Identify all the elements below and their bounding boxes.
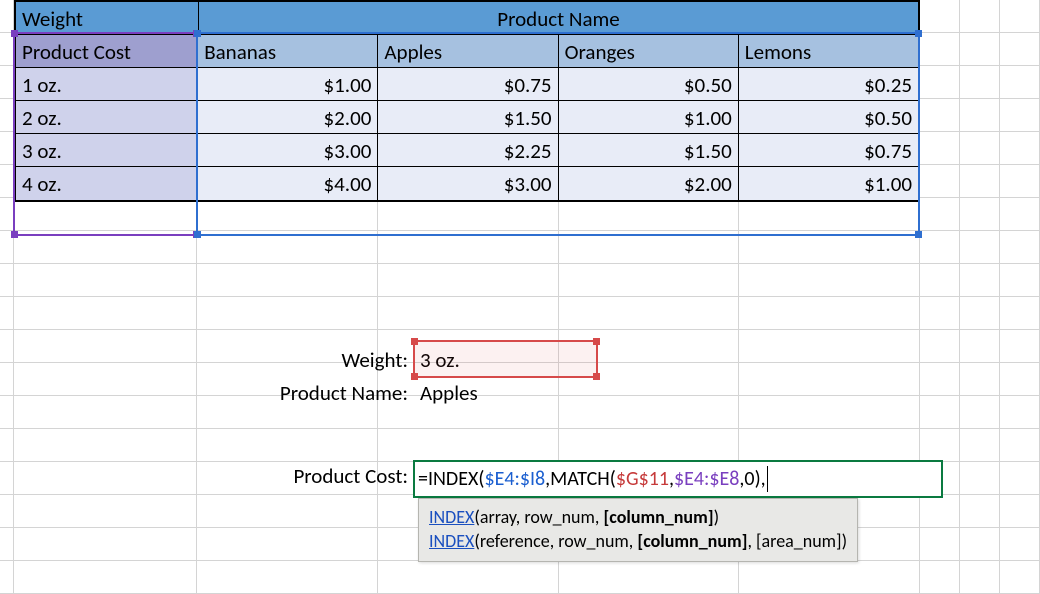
tooltip-current-arg: [column_num] xyxy=(637,530,747,552)
data-cell[interactable]: $0.50 xyxy=(739,101,918,134)
cost-label: Product Cost: xyxy=(14,463,414,489)
data-table: Weight Product Name Product Cost Bananas… xyxy=(14,0,920,202)
row-label: 4 oz. xyxy=(16,167,198,200)
data-cell[interactable]: $2.25 xyxy=(378,134,558,167)
lookup-section: Weight: 3 oz. Product Name: Apples xyxy=(14,343,924,409)
formula-ref-array: $E4:$I8 xyxy=(484,467,545,491)
formula-ref-col: $E4:$E8 xyxy=(674,467,739,491)
formula-token: MATCH xyxy=(550,467,610,491)
data-cell[interactable]: $4.00 xyxy=(198,167,378,200)
tooltip-sig: (array, row_num, xyxy=(474,506,603,528)
tooltip-current-arg: [column_num] xyxy=(603,506,713,528)
tooltip-sig: , [area_num]) xyxy=(747,530,847,552)
formula-token: , xyxy=(761,467,766,491)
col-header: Lemons xyxy=(739,35,918,68)
formula-ref-lookup: $G$11 xyxy=(616,467,669,491)
data-cell[interactable]: $0.25 xyxy=(739,68,918,101)
tooltip-sig: (reference, row_num, xyxy=(474,530,637,552)
corner-header: Weight xyxy=(16,2,199,35)
weight-value[interactable]: 3 oz. xyxy=(414,347,460,373)
product-label: Product Name: xyxy=(14,380,414,406)
row-label: 3 oz. xyxy=(16,134,198,167)
weight-label: Weight: xyxy=(14,347,414,373)
row-label: 1 oz. xyxy=(16,68,198,101)
product-value[interactable]: Apples xyxy=(414,380,478,406)
data-cell[interactable]: $1.50 xyxy=(559,134,739,167)
data-cell[interactable]: $0.75 xyxy=(739,134,918,167)
tooltip-sig: ) xyxy=(714,506,719,528)
data-cell[interactable]: $1.00 xyxy=(559,101,739,134)
row-header-label: Product Cost xyxy=(16,35,198,68)
data-cell[interactable]: $2.00 xyxy=(559,167,739,200)
formula-cell[interactable]: =INDEX ( $E4:$I8 , MATCH ( $G$11 , $E4:$… xyxy=(413,460,943,498)
data-cell[interactable]: $1.50 xyxy=(378,101,558,134)
col-header: Oranges xyxy=(559,35,739,68)
text-cursor-icon xyxy=(767,466,768,492)
merged-header: Product Name xyxy=(199,2,918,35)
tooltip-fn-link[interactable]: INDEX xyxy=(429,530,474,552)
data-cell[interactable]: $0.75 xyxy=(378,68,558,101)
data-cell[interactable]: $1.00 xyxy=(739,167,918,200)
data-cell[interactable]: $2.00 xyxy=(198,101,378,134)
formula-token: 0 xyxy=(744,467,754,491)
data-cell[interactable]: $3.00 xyxy=(378,167,558,200)
col-header: Apples xyxy=(378,35,558,68)
row-label: 2 oz. xyxy=(16,101,198,134)
data-cell[interactable]: $1.00 xyxy=(198,68,378,101)
formula-token: =INDEX xyxy=(418,467,478,491)
tooltip-fn-link[interactable]: INDEX xyxy=(429,506,474,528)
data-cell[interactable]: $3.00 xyxy=(198,134,378,167)
function-tooltip[interactable]: INDEX(array, row_num, [column_num]) INDE… xyxy=(418,498,858,562)
col-header: Bananas xyxy=(198,35,378,68)
data-cell[interactable]: $0.50 xyxy=(559,68,739,101)
